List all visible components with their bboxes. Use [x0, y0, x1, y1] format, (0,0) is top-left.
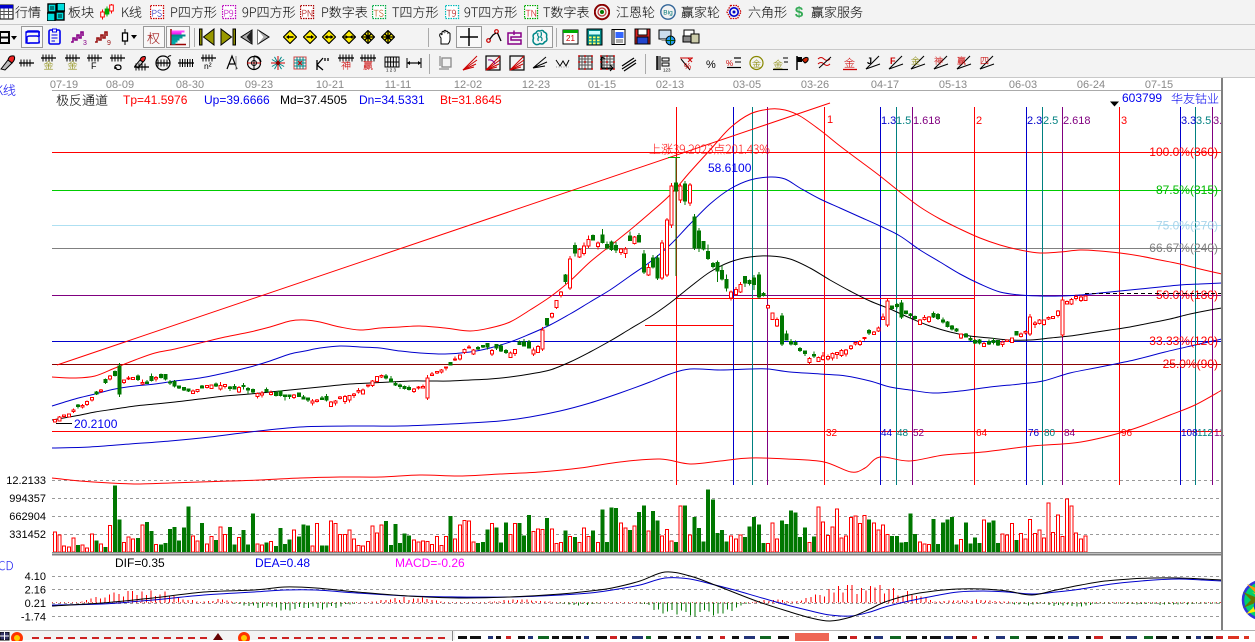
- svg-text:3.: 3.: [1213, 115, 1222, 127]
- svg-text:3.3: 3.3: [1181, 115, 1196, 127]
- svg-text:48: 48: [897, 428, 909, 439]
- svg-text:76: 76: [1028, 428, 1040, 439]
- svg-text:%: %: [726, 59, 733, 68]
- svg-text:%: %: [706, 59, 716, 71]
- svg-text:50.0%(180): 50.0%(180): [1156, 288, 1218, 302]
- svg-text:DEA=0.48: DEA=0.48: [255, 556, 310, 570]
- svg-text:123: 123: [663, 68, 671, 73]
- svg-text:80: 80: [1044, 428, 1056, 439]
- svg-text:44: 44: [881, 428, 893, 439]
- svg-text:64: 64: [976, 428, 988, 439]
- svg-text:331452: 331452: [9, 529, 46, 541]
- svg-text:06-24: 06-24: [1077, 79, 1105, 91]
- svg-text:20.2100: 20.2100: [74, 417, 118, 431]
- svg-text:2.16: 2.16: [25, 585, 46, 597]
- svg-text:603799: 603799: [1122, 91, 1162, 105]
- svg-text:58.6100: 58.6100: [708, 161, 752, 175]
- svg-text:F: F: [91, 61, 97, 71]
- svg-text:9: 9: [107, 40, 111, 47]
- svg-text:J: J: [867, 56, 872, 66]
- svg-text:52: 52: [913, 428, 925, 439]
- svg-text:2.618: 2.618: [1063, 115, 1091, 127]
- svg-text:n²: n²: [204, 61, 212, 71]
- svg-text:07-19: 07-19: [50, 79, 78, 91]
- svg-text:33.33%(120): 33.33%(120): [1149, 334, 1218, 348]
- svg-text:03-05: 03-05: [733, 79, 761, 91]
- svg-text:Bt=31.8645: Bt=31.8645: [440, 93, 502, 107]
- svg-text:12-23: 12-23: [522, 79, 550, 91]
- svg-text:112: 112: [1197, 428, 1213, 439]
- svg-text:MACD=-0.26: MACD=-0.26: [395, 556, 465, 570]
- svg-text:Big: Big: [663, 10, 673, 17]
- svg-text:08-09: 08-09: [106, 79, 134, 91]
- svg-text:08-30: 08-30: [176, 79, 204, 91]
- svg-text:02-13: 02-13: [656, 79, 684, 91]
- svg-text:Tp=41.5976: Tp=41.5976: [123, 93, 188, 107]
- svg-text:Md=37.4505: Md=37.4505: [280, 93, 347, 107]
- svg-text:05-13: 05-13: [939, 79, 967, 91]
- svg-text:662904: 662904: [9, 511, 46, 523]
- svg-text:0.21: 0.21: [25, 598, 46, 610]
- svg-text:F: F: [890, 56, 896, 66]
- svg-text:66.67%(240): 66.67%(240): [1149, 241, 1218, 255]
- svg-text:75.0%(270): 75.0%(270): [1156, 219, 1218, 233]
- svg-text:10-21: 10-21: [316, 79, 344, 91]
- svg-text:100.0%(360): 100.0%(360): [1149, 145, 1218, 159]
- svg-text:1.5: 1.5: [896, 115, 911, 127]
- svg-text:11: 11: [1214, 428, 1225, 439]
- svg-text:3: 3: [83, 40, 87, 47]
- svg-text:25.0%(90): 25.0%(90): [1163, 357, 1218, 371]
- svg-text:96: 96: [1121, 428, 1133, 439]
- svg-text:12.2133: 12.2133: [6, 475, 46, 487]
- svg-text:03-26: 03-26: [801, 79, 829, 91]
- svg-text:1: 1: [827, 114, 833, 126]
- svg-text:Dn=34.5331: Dn=34.5331: [359, 93, 425, 107]
- svg-text:1 2 3: 1 2 3: [386, 68, 397, 73]
- svg-text:11-11: 11-11: [385, 79, 412, 91]
- svg-text:06-03: 06-03: [1009, 79, 1037, 91]
- svg-text:%: %: [684, 62, 691, 71]
- svg-text:3: 3: [1121, 115, 1127, 127]
- svg-text:1.3: 1.3: [881, 115, 896, 127]
- svg-text:04-17: 04-17: [871, 79, 899, 91]
- svg-text:32: 32: [826, 428, 838, 439]
- svg-text:21: 21: [566, 34, 575, 43]
- svg-text:994357: 994357: [9, 493, 46, 505]
- svg-text:87.5%(315): 87.5%(315): [1156, 183, 1218, 197]
- svg-text:Up=39.6666: Up=39.6666: [204, 93, 270, 107]
- svg-text:2: 2: [976, 115, 982, 127]
- svg-text:12-02: 12-02: [454, 79, 482, 91]
- svg-text:84: 84: [1064, 428, 1076, 439]
- svg-text:2.3: 2.3: [1027, 115, 1042, 127]
- svg-text:4.10: 4.10: [25, 571, 46, 583]
- svg-text:-1.74: -1.74: [21, 612, 46, 624]
- svg-text:01-15: 01-15: [588, 79, 616, 91]
- svg-text:3.5: 3.5: [1196, 115, 1211, 127]
- svg-text:$: $: [795, 4, 804, 20]
- svg-text:1.618: 1.618: [913, 115, 941, 127]
- svg-text:07-15: 07-15: [1145, 79, 1173, 91]
- svg-text:09-23: 09-23: [245, 79, 273, 91]
- svg-text:108: 108: [1181, 428, 1198, 439]
- svg-text:2.5: 2.5: [1043, 115, 1058, 127]
- svg-text:DIF=0.35: DIF=0.35: [115, 556, 165, 570]
